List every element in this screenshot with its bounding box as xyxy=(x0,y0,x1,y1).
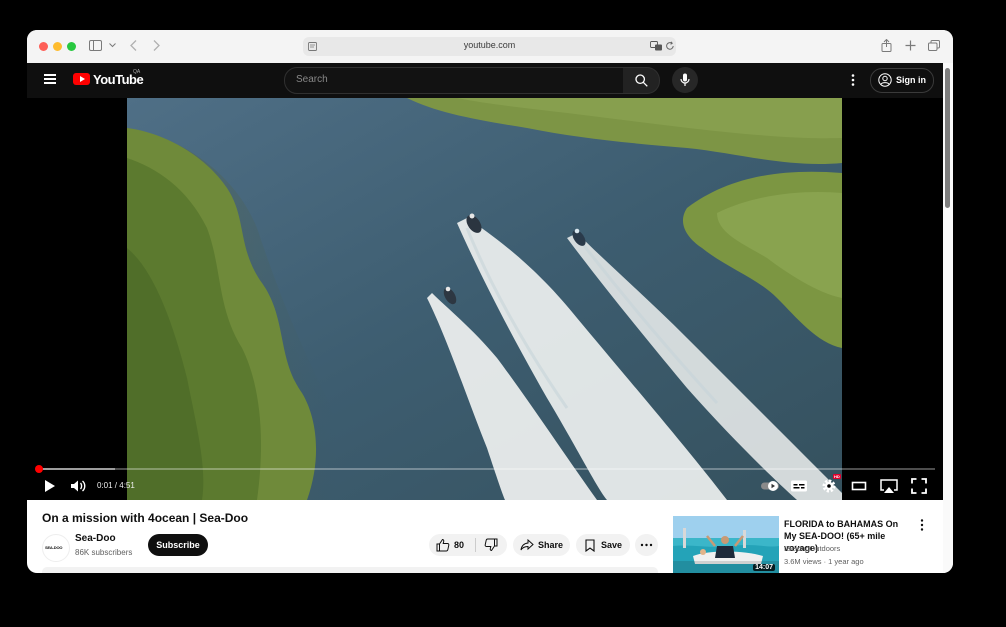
time-display: 0:01 / 4:51 xyxy=(97,481,135,490)
search-button[interactable] xyxy=(623,67,660,94)
scrollbar-thumb[interactable] xyxy=(945,68,950,208)
recommended-thumbnail[interactable]: 14:07 xyxy=(673,516,779,573)
airplay-icon[interactable] xyxy=(879,476,899,496)
share-icon[interactable] xyxy=(881,39,892,52)
account-icon xyxy=(878,73,892,87)
recommended-meta: 3.6M views · 1 year ago xyxy=(784,557,864,566)
page-scrollbar[interactable] xyxy=(943,63,953,573)
youtube-logo-icon[interactable] xyxy=(73,73,90,85)
url-text: youtube.com xyxy=(463,40,516,50)
microphone-icon xyxy=(680,73,690,86)
share-label: Share xyxy=(538,540,564,550)
browser-toolbar: youtube.com xyxy=(27,30,953,64)
hd-badge: HD xyxy=(833,474,841,479)
menu-icon[interactable] xyxy=(44,74,56,84)
country-code: QA xyxy=(133,69,141,75)
forward-icon[interactable] xyxy=(153,40,160,51)
zoom-window-button[interactable] xyxy=(67,42,76,51)
recommended-channel[interactable]: IBelongOutdoors xyxy=(784,544,840,553)
like-dislike-group: 80 xyxy=(429,534,507,556)
more-horizontal-icon xyxy=(640,543,653,547)
dislike-button[interactable] xyxy=(476,534,507,556)
video-player[interactable]: 0:01 / 4:51 HD xyxy=(27,98,943,500)
subscribe-button[interactable]: Subscribe xyxy=(148,534,208,556)
browser-window: youtube.com YouTube QA Search Sign in 0:… xyxy=(27,30,953,573)
channel-logo-text: SEA-DOO xyxy=(45,545,63,550)
minimize-window-button[interactable] xyxy=(53,42,62,51)
share-arrow-icon xyxy=(520,539,534,551)
sign-in-label: Sign in xyxy=(896,75,926,85)
like-count: 80 xyxy=(454,540,465,550)
thumbs-down-icon xyxy=(484,538,498,552)
save-label: Save xyxy=(601,540,623,550)
description-box[interactable] xyxy=(42,567,658,573)
volume-icon[interactable] xyxy=(68,476,88,496)
progress-buffer xyxy=(39,468,116,470)
recommended-duration: 14:07 xyxy=(753,564,775,571)
translate-icon[interactable] xyxy=(650,41,663,51)
thumbs-up-icon xyxy=(436,538,450,552)
voice-search-button[interactable] xyxy=(672,67,698,93)
subscriber-count: 86K subscribers xyxy=(75,548,133,557)
more-actions-button[interactable] xyxy=(635,534,658,556)
search-placeholder: Search xyxy=(296,74,328,85)
tabs-icon[interactable] xyxy=(928,40,940,51)
new-tab-icon[interactable] xyxy=(905,40,916,51)
more-options-icon[interactable] xyxy=(845,72,861,88)
sign-in-button[interactable]: Sign in xyxy=(870,68,934,93)
reload-icon[interactable] xyxy=(665,41,675,51)
address-bar[interactable]: youtube.com xyxy=(303,37,676,56)
autoplay-toggle-icon[interactable] xyxy=(760,476,780,496)
channel-avatar[interactable]: SEA-DOO xyxy=(42,534,70,562)
video-frame[interactable] xyxy=(127,98,842,500)
bookmark-icon xyxy=(585,539,595,552)
sidebar-icon[interactable] xyxy=(89,40,102,51)
save-button[interactable]: Save xyxy=(576,534,630,556)
play-icon[interactable] xyxy=(39,476,59,496)
fullscreen-icon[interactable] xyxy=(909,476,929,496)
theater-mode-icon[interactable] xyxy=(849,476,869,496)
channel-name[interactable]: Sea-Doo xyxy=(75,533,116,544)
subtitles-icon[interactable] xyxy=(789,476,809,496)
like-button[interactable]: 80 xyxy=(429,534,475,556)
progress-bar[interactable] xyxy=(39,468,935,470)
recommended-more-icon[interactable] xyxy=(916,518,928,532)
progress-scrubber[interactable] xyxy=(35,465,43,473)
chevron-down-icon[interactable] xyxy=(109,43,116,48)
search-input[interactable]: Search xyxy=(284,67,625,94)
youtube-header: YouTube QA Search Sign in xyxy=(27,63,943,98)
settings-icon[interactable] xyxy=(819,476,839,496)
close-window-button[interactable] xyxy=(39,42,48,51)
share-button[interactable]: Share xyxy=(513,534,570,556)
video-title: On a mission with 4ocean | Sea-Doo xyxy=(42,511,249,525)
search-icon xyxy=(635,74,648,87)
back-icon[interactable] xyxy=(130,40,137,51)
